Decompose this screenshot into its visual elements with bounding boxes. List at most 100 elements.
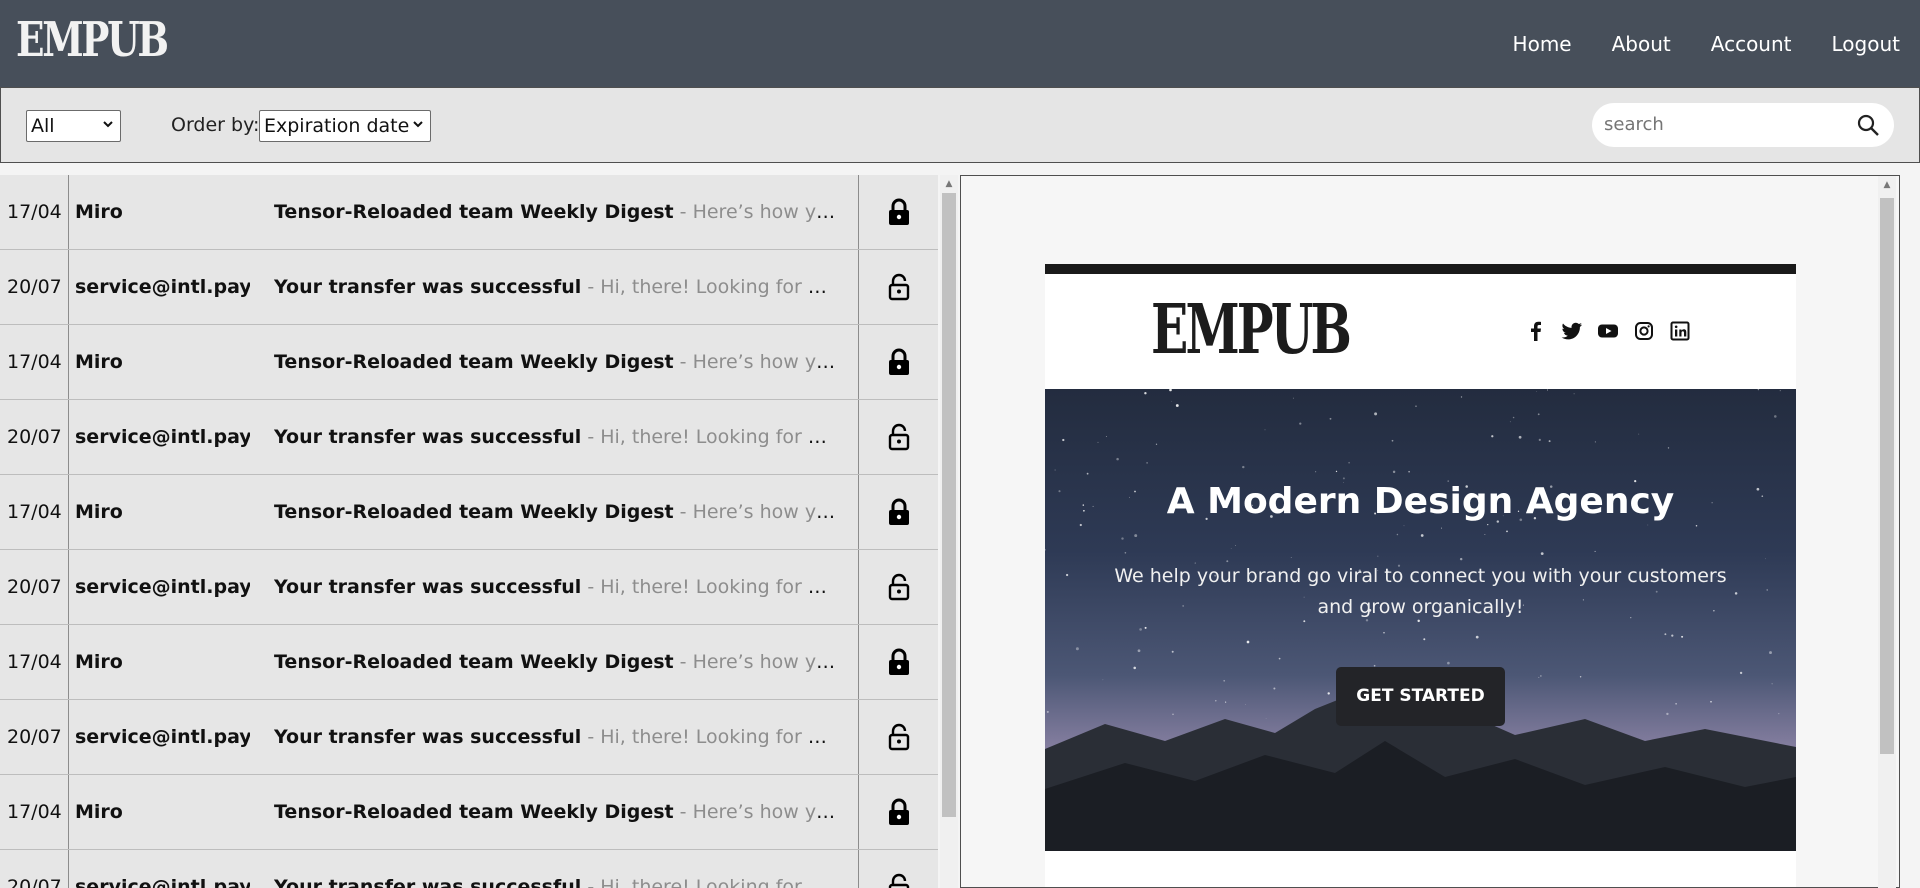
nav-account-link[interactable]: Account [1711, 32, 1792, 56]
mail-snippet: - Hi, there! Looking for better service? [587, 726, 836, 748]
mail-subject-line: Tensor-Reloaded team Weekly Digest - Her… [274, 325, 836, 399]
mail-subject-line: Your transfer was successful - Hi, there… [274, 700, 836, 774]
category-filter-value: All [31, 115, 55, 137]
brand-logo[interactable]: EMPUB [16, 10, 169, 70]
mail-subject-line: Your transfer was successful - Hi, there… [274, 550, 836, 624]
mail-row[interactable]: 17/04 Miro Tensor-Reloaded team Weekly Dig… [0, 775, 938, 850]
mail-sender: service@intl.paypal.com [75, 726, 250, 748]
category-filter-select[interactable]: All [26, 110, 121, 142]
chevron-down-icon [102, 118, 114, 134]
mail-date: 17/04 [0, 325, 69, 399]
nav-logout-link[interactable]: Logout [1832, 32, 1900, 56]
order-by-value: Expiration date [264, 115, 410, 137]
mail-snippet: - Here’s how your team has been doing th… [679, 801, 836, 823]
order-by-label: Order by: [171, 114, 260, 136]
email-logo: EMPUB [1151, 290, 1352, 370]
mail-subject: Tensor-Reloaded team Weekly Digest [274, 651, 674, 673]
mail-snippet: - Hi, there! Looking for better service? [587, 276, 836, 298]
mail-row[interactable]: 17/04 Miro Tensor-Reloaded team Weekly Dig… [0, 625, 938, 700]
linkedin-icon[interactable] [1669, 320, 1691, 342]
social-icons [1525, 320, 1691, 342]
hero-title: A Modern Design Agency [1166, 481, 1675, 522]
preview-scrollbar[interactable]: ▲ [1878, 176, 1896, 888]
mail-subject: Tensor-Reloaded team Weekly Digest [274, 501, 674, 523]
mail-sender: service@intl.paypal.com [75, 276, 250, 298]
mail-subject-line: Tensor-Reloaded team Weekly Digest - Her… [274, 175, 836, 249]
mail-subject: Your transfer was successful [274, 276, 582, 298]
mail-sender: service@intl.paypal.com [75, 576, 250, 598]
mail-subject: Your transfer was successful [274, 576, 582, 598]
hero-banner: A Modern Design Agency We help your bran… [1045, 389, 1796, 851]
mail-date: 17/04 [0, 775, 69, 849]
mail-date: 17/04 [0, 475, 69, 549]
search-input[interactable] [1604, 114, 1844, 135]
mail-date: 20/07 [0, 400, 69, 474]
mail-date: 17/04 [0, 625, 69, 699]
youtube-icon[interactable] [1597, 320, 1619, 342]
email-content: EMPUB A Modern Design Agency We help you… [1045, 264, 1796, 887]
mail-snippet: - Here’s how your team has been doing th… [679, 201, 836, 223]
nav-about-link[interactable]: About [1612, 32, 1671, 56]
mail-subject: Tensor-Reloaded team Weekly Digest [274, 801, 674, 823]
facebook-icon[interactable] [1525, 320, 1547, 342]
mail-date: 17/04 [0, 175, 69, 249]
lock-closed-icon[interactable] [858, 625, 938, 699]
get-started-button[interactable]: GET STARTED [1336, 667, 1505, 726]
mail-sender: Miro [75, 501, 123, 523]
mail-snippet: - Here’s how your team has been doing th… [679, 351, 836, 373]
search-icon[interactable] [1856, 113, 1880, 137]
mail-list-scrollbar[interactable]: ▲ [940, 175, 958, 888]
lock-closed-icon[interactable] [858, 175, 938, 249]
email-top-border [1045, 264, 1796, 274]
twitter-icon[interactable] [1561, 320, 1583, 342]
mail-subject-line: Your transfer was successful - Hi, there… [274, 400, 836, 474]
mail-sender: Miro [75, 351, 123, 373]
lock-closed-icon[interactable] [858, 475, 938, 549]
order-by-select[interactable]: Expiration date [259, 110, 431, 142]
hero-subtitle: We help your brand go viral to connect y… [1114, 565, 1727, 618]
mail-subject: Your transfer was successful [274, 876, 582, 888]
mail-row[interactable]: 20/07 service@intl.paypal.com Your transfe… [0, 850, 938, 888]
email-preview-pane: EMPUB A Modern Design Agency We help you… [960, 175, 1900, 888]
mail-subject: Your transfer was successful [274, 426, 582, 448]
search-box [1592, 103, 1894, 147]
mail-row[interactable]: 20/07 service@intl.paypal.com Your transfe… [0, 550, 938, 625]
mail-row[interactable]: 20/07 service@intl.paypal.com Your transfe… [0, 400, 938, 475]
mail-subject: Your transfer was successful [274, 726, 582, 748]
mail-subject-line: Your transfer was successful - Hi, there… [274, 250, 836, 324]
lock-open-icon[interactable] [858, 550, 938, 624]
mail-row[interactable]: 17/04 Miro Tensor-Reloaded team Weekly Dig… [0, 475, 938, 550]
main-nav: Home About Account Logout [1513, 0, 1920, 87]
mail-snippet: - Hi, there! Looking for better service? [587, 876, 836, 888]
mail-row[interactable]: 17/04 Miro Tensor-Reloaded team Weekly Dig… [0, 325, 938, 400]
instagram-icon[interactable] [1633, 320, 1655, 342]
mail-sender: Miro [75, 651, 123, 673]
nav-home-link[interactable]: Home [1513, 32, 1572, 56]
mail-row[interactable]: 20/07 service@intl.paypal.com Your transfe… [0, 700, 938, 775]
mail-row[interactable]: 20/07 service@intl.paypal.com Your transfe… [0, 250, 938, 325]
mail-subject-line: Tensor-Reloaded team Weekly Digest - Her… [274, 475, 836, 549]
mail-snippet: - Hi, there! Looking for better service? [587, 576, 836, 598]
lock-open-icon[interactable] [858, 400, 938, 474]
mail-date: 20/07 [0, 550, 69, 624]
mail-row[interactable]: 17/04 Miro Tensor-Reloaded team Weekly Dig… [0, 175, 938, 250]
mail-sender: Miro [75, 201, 123, 223]
mail-date: 20/07 [0, 850, 69, 888]
lock-open-icon[interactable] [858, 250, 938, 324]
mail-date: 20/07 [0, 250, 69, 324]
lock-closed-icon[interactable] [858, 775, 938, 849]
mail-snippet: - Hi, there! Looking for better service? [587, 426, 836, 448]
mail-sender: Miro [75, 801, 123, 823]
mail-snippet: - Here’s how your team has been doing th… [679, 501, 836, 523]
mail-list: 17/04 Miro Tensor-Reloaded team Weekly Dig… [0, 175, 938, 888]
top-navbar: EMPUB Home About Account Logout [0, 0, 1920, 87]
filter-bar: All Order by: Expiration date [0, 87, 1920, 163]
mail-snippet: - Here’s how your team has been doing th… [679, 651, 836, 673]
lock-open-icon[interactable] [858, 850, 938, 888]
mail-subject-line: Tensor-Reloaded team Weekly Digest - Her… [274, 625, 836, 699]
mail-subject-line: Your transfer was successful - Hi, there… [274, 850, 836, 888]
mail-subject-line: Tensor-Reloaded team Weekly Digest - Her… [274, 775, 836, 849]
lock-closed-icon[interactable] [858, 325, 938, 399]
mail-sender: service@intl.paypal.com [75, 876, 250, 888]
lock-open-icon[interactable] [858, 700, 938, 774]
